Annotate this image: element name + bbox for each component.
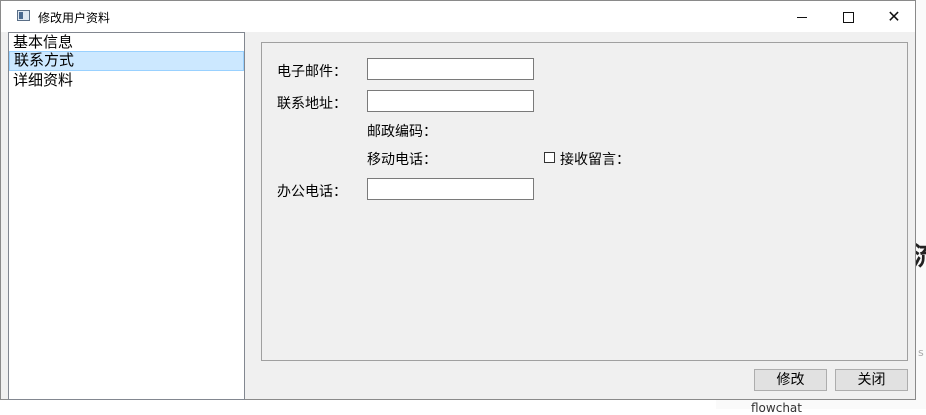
edit-profile-dialog: 修改用户资料 ✕ 基本信息 联系方式 详细资料 电子邮件： 联系地址： 邮政编码… [0, 0, 916, 400]
list-item-contact[interactable]: 联系方式 [9, 51, 244, 71]
modify-button[interactable]: 修改 [754, 369, 827, 391]
close-button[interactable]: 关闭 [835, 369, 908, 391]
category-list[interactable]: 基本信息 联系方式 详细资料 [8, 32, 245, 400]
office-phone-label: 办公电话： [277, 184, 347, 200]
close-window-button[interactable]: ✕ [871, 1, 917, 32]
background-text-fragment: s [918, 346, 924, 359]
title-bar[interactable]: 修改用户资料 ✕ [1, 1, 915, 32]
app-icon [17, 10, 30, 21]
mobile-phone-label: 移动电话： [367, 152, 437, 168]
list-item-basic-info[interactable]: 基本信息 [9, 33, 244, 51]
maximize-button[interactable] [825, 1, 871, 32]
list-item-details[interactable]: 详细资料 [9, 71, 244, 89]
receive-message-checkbox[interactable] [544, 152, 555, 163]
zip-code-label: 邮政编码： [367, 124, 437, 140]
address-field[interactable] [367, 90, 534, 112]
address-label: 联系地址： [277, 96, 347, 112]
background-caption: flowchat [751, 401, 802, 415]
minimize-button[interactable] [779, 1, 825, 32]
contact-info-panel: 电子邮件： 联系地址： 邮政编码： 移动电话： 接收留言： 办公电话： [261, 42, 908, 361]
minimize-icon [797, 17, 807, 18]
email-label: 电子邮件： [277, 64, 347, 80]
office-phone-field[interactable] [367, 178, 534, 200]
receive-message-label: 接收留言： [560, 152, 630, 168]
maximize-icon [842, 12, 854, 23]
email-field[interactable] [367, 58, 534, 80]
close-icon: ✕ [887, 7, 901, 26]
window-title: 修改用户资料 [38, 11, 111, 25]
